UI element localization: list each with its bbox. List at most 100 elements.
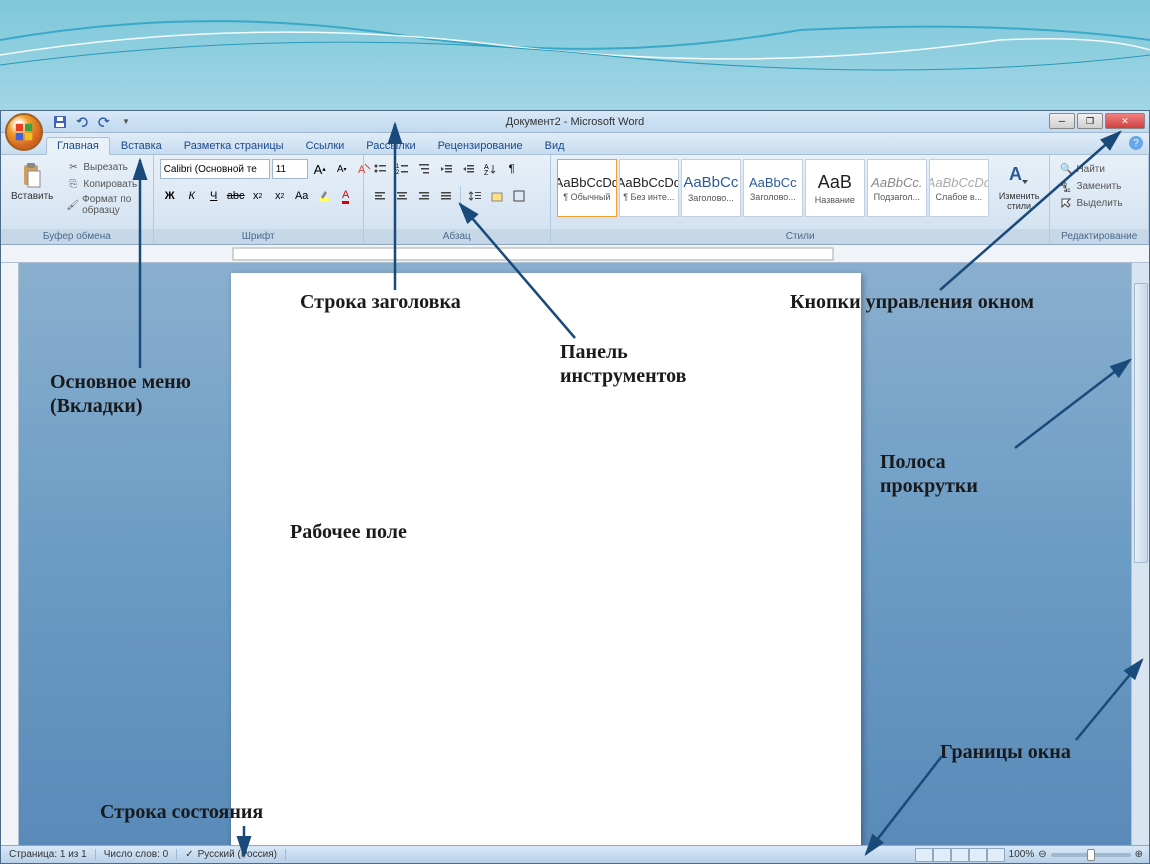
select-label: Выделить bbox=[1076, 198, 1122, 209]
strikethrough-icon[interactable]: abc bbox=[226, 186, 246, 206]
superscript-icon[interactable]: x2 bbox=[270, 186, 290, 206]
select-icon bbox=[1059, 196, 1073, 210]
status-words[interactable]: Число слов: 0 bbox=[96, 849, 177, 860]
group-editing: 🔍Найти abacЗаменить Выделить Редактирова… bbox=[1050, 155, 1149, 244]
copy-icon: ⎘ bbox=[66, 177, 80, 191]
view-outline[interactable] bbox=[969, 848, 987, 862]
paste-label: Вставить bbox=[11, 191, 53, 202]
view-print-layout[interactable] bbox=[915, 848, 933, 862]
tab-page-layout[interactable]: Разметка страницы bbox=[173, 137, 295, 154]
tab-view[interactable]: Вид bbox=[534, 137, 576, 154]
qat-dropdown-icon[interactable]: ▼ bbox=[117, 113, 135, 131]
align-center-icon[interactable] bbox=[392, 186, 412, 206]
vertical-ruler[interactable] bbox=[1, 263, 19, 845]
change-styles-button[interactable]: A Изменить стили bbox=[993, 157, 1046, 215]
undo-icon[interactable] bbox=[73, 113, 91, 131]
align-right-icon[interactable] bbox=[414, 186, 434, 206]
grow-font-icon[interactable]: A▴ bbox=[310, 159, 330, 179]
decrease-indent-icon[interactable] bbox=[436, 159, 456, 179]
highlight-icon[interactable] bbox=[314, 186, 334, 206]
style-heading2[interactable]: AaBbCcЗаголово... bbox=[743, 159, 803, 217]
group-styles: AaBbCcDd¶ Обычный AaBbCcDd¶ Без инте... … bbox=[551, 155, 1051, 244]
help-button[interactable]: ? bbox=[1129, 136, 1143, 150]
align-left-icon[interactable] bbox=[370, 186, 390, 206]
save-icon[interactable] bbox=[51, 113, 69, 131]
horizontal-ruler[interactable] bbox=[1, 245, 1149, 263]
cut-icon: ✂ bbox=[66, 160, 80, 174]
view-draft[interactable] bbox=[987, 848, 1005, 862]
cut-button[interactable]: ✂Вырезать bbox=[63, 159, 146, 175]
format-painter-label: Формат по образцу bbox=[82, 194, 144, 216]
group-paragraph: 12 AZ ¶ Абзац bbox=[364, 155, 551, 244]
italic-icon[interactable]: К bbox=[182, 186, 202, 206]
sort-icon[interactable]: AZ bbox=[480, 159, 500, 179]
font-color-icon[interactable]: A bbox=[336, 186, 356, 206]
select-button[interactable]: Выделить bbox=[1056, 195, 1125, 211]
line-spacing-icon[interactable] bbox=[465, 186, 485, 206]
change-case-icon[interactable]: Aa bbox=[292, 186, 312, 206]
style-subtitle[interactable]: AaBbCc.Подзагол... bbox=[867, 159, 927, 217]
document-page[interactable] bbox=[231, 273, 861, 845]
bullets-icon[interactable] bbox=[370, 159, 390, 179]
tab-mailings[interactable]: Рассылки bbox=[355, 137, 426, 154]
zoom-slider[interactable] bbox=[1051, 853, 1131, 857]
find-label: Найти bbox=[1076, 164, 1105, 175]
style-normal[interactable]: AaBbCcDd¶ Обычный bbox=[557, 159, 617, 217]
status-bar: Страница: 1 из 1 Число слов: 0 ✓Русский … bbox=[1, 845, 1149, 863]
copy-button[interactable]: ⎘Копировать bbox=[63, 176, 146, 192]
minimize-button[interactable]: ─ bbox=[1049, 113, 1075, 129]
style-subtle[interactable]: AaBbCcDdСлабое в... bbox=[929, 159, 989, 217]
status-page[interactable]: Страница: 1 из 1 bbox=[1, 849, 96, 860]
group-clipboard: Вставить ✂Вырезать ⎘Копировать 🖌Формат п… bbox=[1, 155, 154, 244]
find-button[interactable]: 🔍Найти bbox=[1056, 161, 1125, 177]
ribbon-tabs: Главная Вставка Разметка страницы Ссылки… bbox=[1, 133, 1149, 155]
bold-icon[interactable]: Ж bbox=[160, 186, 180, 206]
multilevel-icon[interactable] bbox=[414, 159, 434, 179]
zoom-slider-thumb[interactable] bbox=[1087, 849, 1095, 861]
show-marks-icon[interactable]: ¶ bbox=[502, 159, 522, 179]
word-window: ▼ Документ2 - Microsoft Word ─ ❐ ✕ Главн… bbox=[0, 110, 1150, 864]
replace-button[interactable]: abacЗаменить bbox=[1056, 178, 1125, 194]
separator bbox=[460, 186, 461, 206]
slide-wave-decoration bbox=[0, 0, 1150, 110]
redo-icon[interactable] bbox=[95, 113, 113, 131]
shrink-font-icon[interactable]: A▾ bbox=[332, 159, 352, 179]
zoom-in-button[interactable]: ⊕ bbox=[1135, 849, 1143, 860]
increase-indent-icon[interactable] bbox=[458, 159, 478, 179]
tab-insert[interactable]: Вставка bbox=[110, 137, 173, 154]
subscript-icon[interactable]: x2 bbox=[248, 186, 268, 206]
zoom-level[interactable]: 100% bbox=[1009, 849, 1035, 860]
view-web[interactable] bbox=[951, 848, 969, 862]
style-heading1[interactable]: AaBbCcЗаголово... bbox=[681, 159, 741, 217]
document-area bbox=[19, 263, 1131, 845]
shading-icon[interactable] bbox=[487, 186, 507, 206]
tab-review[interactable]: Рецензирование bbox=[427, 137, 534, 154]
vertical-scrollbar[interactable] bbox=[1131, 263, 1149, 845]
zoom-out-button[interactable]: ⊖ bbox=[1038, 849, 1046, 860]
style-title[interactable]: АаВНазвание bbox=[805, 159, 865, 217]
font-name-select[interactable] bbox=[160, 159, 270, 179]
view-full-screen[interactable] bbox=[933, 848, 951, 862]
align-justify-icon[interactable] bbox=[436, 186, 456, 206]
title-bar: ▼ Документ2 - Microsoft Word ─ ❐ ✕ bbox=[1, 111, 1149, 133]
tab-references[interactable]: Ссылки bbox=[295, 137, 356, 154]
borders-icon[interactable] bbox=[509, 186, 529, 206]
font-group-label: Шрифт bbox=[154, 229, 363, 244]
spellcheck-icon: ✓ bbox=[185, 849, 193, 860]
underline-icon[interactable]: Ч bbox=[204, 186, 224, 206]
font-size-select[interactable] bbox=[272, 159, 308, 179]
format-painter-button[interactable]: 🖌Формат по образцу bbox=[63, 193, 146, 217]
maximize-button[interactable]: ❐ bbox=[1077, 113, 1103, 129]
copy-label: Копировать bbox=[83, 179, 137, 190]
view-buttons bbox=[915, 848, 1005, 862]
close-button[interactable]: ✕ bbox=[1105, 113, 1145, 129]
scrollbar-thumb[interactable] bbox=[1134, 283, 1148, 563]
numbering-icon[interactable]: 12 bbox=[392, 159, 412, 179]
styles-group-label: Стили bbox=[551, 229, 1050, 244]
status-language[interactable]: ✓Русский (Россия) bbox=[177, 849, 286, 860]
style-no-spacing[interactable]: AaBbCcDd¶ Без инте... bbox=[619, 159, 679, 217]
paste-button[interactable]: Вставить bbox=[5, 157, 59, 206]
quick-access-toolbar: ▼ bbox=[51, 113, 135, 131]
tab-home[interactable]: Главная bbox=[46, 137, 110, 155]
office-button[interactable] bbox=[5, 113, 43, 151]
